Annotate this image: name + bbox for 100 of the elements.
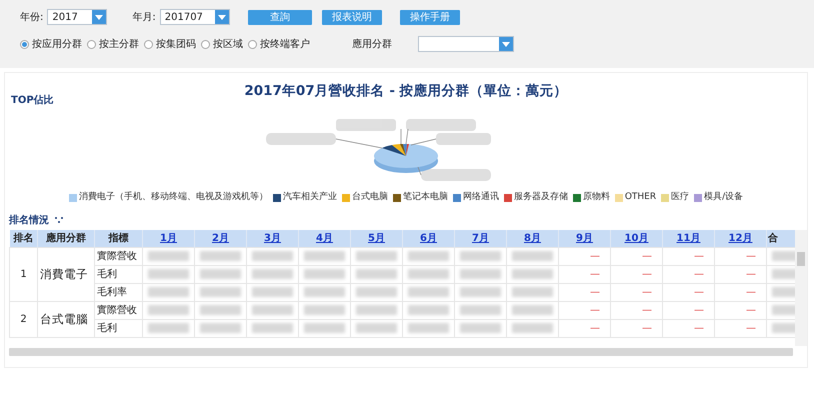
month-link[interactable]: 4月 (298, 230, 350, 248)
table-cell: — (662, 247, 714, 266)
legend-label: 网络通讯 (462, 191, 499, 204)
redacted-value (460, 305, 501, 316)
radio-option[interactable]: 按区域 (201, 36, 243, 52)
table-cell: — (662, 283, 714, 302)
rank-cell: 2 (10, 301, 38, 338)
redacted-value (356, 305, 397, 316)
radio-button[interactable] (201, 40, 210, 48)
section-title: 排名情況 (9, 214, 49, 228)
table-cell: — (610, 319, 662, 338)
radio-label[interactable]: 按集团码 (156, 36, 196, 52)
redacted-value (148, 269, 189, 280)
dropdown-button[interactable] (214, 10, 229, 24)
redacted-value (356, 251, 397, 262)
metric-cell: 毛利 (94, 319, 142, 338)
redacted-value (460, 269, 501, 280)
redacted-value (304, 323, 345, 334)
dropdown-arrow-icon (95, 14, 104, 20)
radio-label[interactable]: 按区域 (213, 36, 243, 52)
radio-button[interactable] (87, 40, 96, 48)
section-label: TOP佔比 (11, 94, 54, 108)
month-link[interactable]: 8月 (506, 230, 558, 248)
table-cell: — (714, 265, 766, 284)
month-link[interactable]: 6月 (402, 230, 454, 248)
month-link[interactable]: 9月 (558, 230, 610, 248)
chart-title: 2017年07月營收排名 - 按應用分群（單位：萬元） (244, 82, 568, 101)
redacted-value (512, 269, 553, 280)
select-field[interactable] (418, 36, 514, 52)
field-label: 應用分群 (352, 38, 392, 52)
table-cell: — (662, 319, 714, 338)
legend-label: 消費电子（手机、移动终端、电视及游戏机等） (78, 191, 268, 204)
radio-label[interactable]: 按应用分群 (32, 36, 82, 52)
month-link[interactable]: 5月 (350, 230, 402, 248)
redacted-value (304, 269, 345, 280)
legend-label: 服务器及存储 (514, 191, 568, 204)
redacted-value (512, 305, 553, 316)
radio-option[interactable]: 按应用分群 (20, 36, 82, 52)
redacted-value (512, 323, 553, 334)
month-link[interactable]: 7月 (454, 230, 506, 248)
table-cell: — (714, 247, 766, 266)
radio-option[interactable]: 按终端客户 (248, 36, 310, 52)
month-link[interactable]: 11月 (662, 230, 714, 248)
legend-label: 原物料 (582, 191, 610, 204)
legend-label: 医疗 (671, 191, 690, 204)
redacted-value (408, 287, 449, 298)
table-cell: — (558, 247, 610, 266)
redacted-value (148, 323, 189, 334)
metric-cell: 實際營收 (94, 301, 142, 320)
redacted-value (408, 251, 449, 262)
metric-cell: 毛利 (94, 265, 142, 284)
select-field[interactable]: 2017 (47, 9, 108, 25)
table-cell: — (610, 247, 662, 266)
month-link[interactable]: 10月 (610, 230, 662, 248)
redacted-value (772, 251, 795, 262)
field-label: 年月: (132, 10, 156, 24)
column-header: 指標 (94, 230, 142, 248)
legend-label: 模具/设备 (704, 191, 744, 204)
group-name: 消費電子 (38, 247, 94, 302)
table-cell: — (662, 265, 714, 284)
radio-option[interactable]: 按主分群 (87, 36, 139, 52)
dots-icon[interactable] (55, 217, 63, 224)
vertical-scrollbar[interactable] (795, 230, 807, 346)
radio-button[interactable] (144, 40, 153, 48)
redacted-value (356, 269, 397, 280)
redacted-value (460, 251, 501, 262)
dropdown-arrow-icon (218, 14, 226, 20)
month-link[interactable]: 12月 (714, 230, 766, 248)
redacted-value (148, 305, 189, 316)
redacted-value (512, 287, 553, 298)
horizontal-scrollbar[interactable] (9, 348, 793, 356)
dropdown-arrow-icon (502, 42, 510, 46)
table-cell: — (558, 301, 610, 320)
metric-cell: 實際營收 (94, 247, 142, 266)
group-name: 台式電腦 (38, 301, 94, 338)
month-link[interactable]: 2月 (194, 230, 246, 248)
radio-button[interactable] (20, 40, 29, 48)
legend-label: 汽车相关产业 (282, 191, 337, 204)
radio-option[interactable]: 按集团码 (144, 36, 196, 52)
dropdown-button[interactable] (499, 37, 513, 51)
redacted-value (252, 305, 293, 316)
redacted-value (772, 269, 795, 280)
radio-label[interactable]: 按终端客户 (260, 36, 310, 52)
redacted-value (460, 287, 501, 298)
redacted-value (408, 305, 449, 316)
month-link[interactable]: 1月 (142, 230, 194, 248)
select-field[interactable]: 201707 (160, 9, 230, 25)
table-cell: — (558, 319, 610, 338)
dropdown-button[interactable] (92, 10, 106, 24)
redacted-value (408, 269, 449, 280)
radio-button[interactable] (248, 40, 257, 48)
redacted-value (304, 287, 345, 298)
redacted-value (772, 287, 795, 298)
redacted-value (408, 323, 449, 334)
radio-label[interactable]: 按主分群 (99, 36, 139, 52)
table-cell: — (558, 265, 610, 284)
redacted-value (148, 251, 189, 262)
month-link[interactable]: 3月 (246, 230, 298, 248)
table-cell: — (714, 301, 766, 320)
redacted-value (200, 287, 241, 298)
